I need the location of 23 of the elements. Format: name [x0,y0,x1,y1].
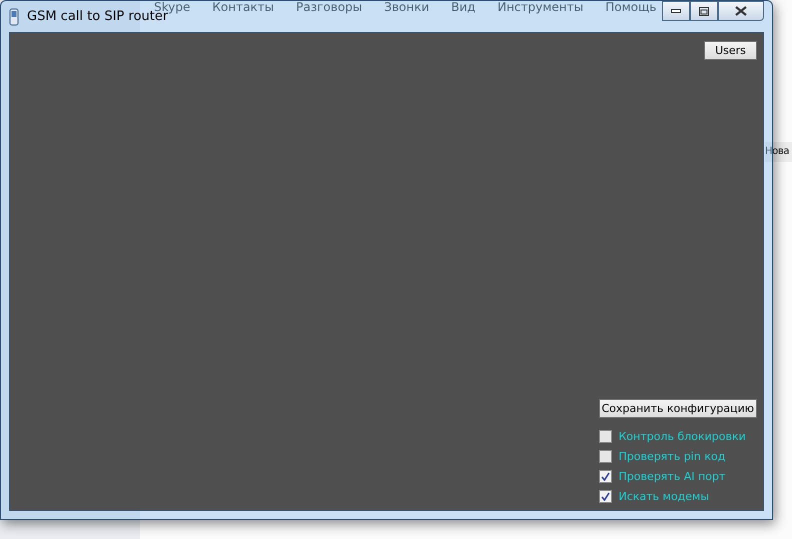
checkbox[interactable] [598,470,612,483]
checkbox-label[interactable]: Проверять AI порт [618,470,726,483]
checkbox-label[interactable]: Искать модемы [618,490,710,503]
checkbox-label[interactable]: Контроль блокировки [618,430,746,443]
users-button[interactable]: Users [704,41,757,60]
maximize-icon [699,6,709,16]
checkbox[interactable] [598,450,612,463]
maximize-button[interactable] [690,1,718,21]
menu-item[interactable]: Помощь [605,0,656,14]
phone-icon [9,8,19,26]
checkbox[interactable] [598,490,612,503]
menu-item[interactable]: Контакты [212,0,274,14]
checkbox-label[interactable]: Проверять pin код [618,450,726,463]
menu-item[interactable]: Инструменты [497,0,584,14]
close-icon [735,6,747,16]
save-config-button[interactable]: Сохранить конфигурацию [598,399,757,418]
close-button[interactable] [718,1,764,21]
minimize-button[interactable] [662,1,690,21]
checkbox[interactable] [598,430,612,443]
menu-item[interactable]: Вид [451,0,476,14]
minimize-icon [671,9,681,13]
menu-item[interactable]: Разговоры [296,0,362,14]
menu-item[interactable]: Звонки [384,0,430,14]
